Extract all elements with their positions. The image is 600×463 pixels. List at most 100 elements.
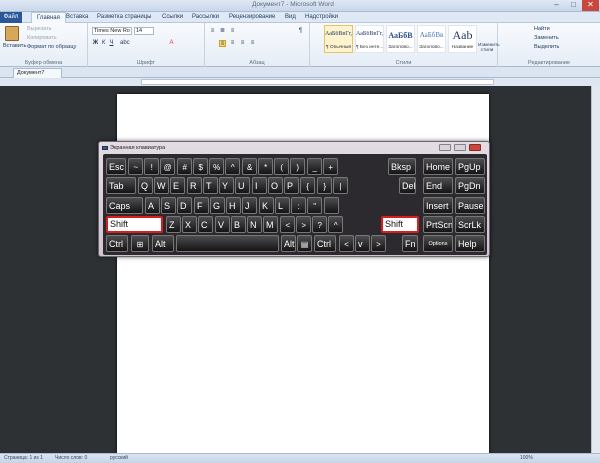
paste-icon[interactable] [5,26,19,41]
page-count[interactable]: Страница: 1 из 1 [4,455,43,461]
style-heading-2[interactable]: АаБбВв Заголово... [417,25,446,53]
style-normal[interactable]: АаБбВвГг, ¶ Обычный [324,25,353,53]
key-sym1[interactable]: ~ [128,158,144,175]
horizontal-ruler[interactable] [141,79,494,85]
key-h[interactable]: H [226,197,242,214]
tab-addins[interactable]: Надстройки [305,12,338,23]
word-count[interactable]: Число слов: 0 [55,455,87,461]
key-j[interactable]: J [242,197,258,214]
key-sym12[interactable]: } [317,177,333,194]
maximize-button[interactable]: □ [565,0,582,11]
select-button[interactable]: Выделить [534,44,559,50]
key-sym11[interactable]: ) [290,158,306,175]
strikethrough-icon[interactable]: abc [120,40,130,47]
copy-button[interactable]: Копировать [27,35,57,41]
key-home[interactable]: Home [423,158,453,175]
key-sym7[interactable]: ^ [225,158,241,175]
tab-review[interactable]: Рецензирование [229,12,275,23]
underline-icon[interactable]: Ч [108,40,115,47]
cut-button[interactable]: Вырезать [27,26,51,32]
close-button[interactable]: ✕ [582,0,599,11]
key-p[interactable]: P [284,177,300,194]
key-sym5[interactable]: $ [193,158,209,175]
key-sym9[interactable]: > [371,235,386,252]
key-d[interactable]: D [177,197,193,214]
key-sym11[interactable]: " [307,197,323,214]
key-y[interactable]: Y [219,177,235,194]
italic-icon[interactable]: К [100,40,107,47]
key-k[interactable]: K [259,197,275,214]
key-e[interactable]: E [170,177,186,194]
key-scrlk[interactable]: ScrLk [455,216,485,233]
style-heading-1[interactable]: АаБбВ Заголово... [386,25,415,53]
key-sym12[interactable]: _ [307,158,323,175]
key-pause[interactable]: Pause [455,197,485,214]
key-end[interactable]: End [423,177,453,194]
style-title[interactable]: Aab Название [448,25,477,53]
language-indicator[interactable]: русский [110,455,128,461]
key-sym6[interactable]: % [209,158,225,175]
key-insert[interactable]: Insert [423,197,453,214]
key-alt[interactable]: Alt [281,235,296,252]
key-i[interactable]: I [252,177,268,194]
bullets-icon[interactable]: ≡ [209,28,216,35]
minimize-button[interactable]: – [548,0,565,11]
key-pgdn[interactable]: PgDn [455,177,485,194]
align-center-icon[interactable]: ≡ [229,40,236,47]
multilevel-list-icon[interactable]: ≡ [229,28,236,35]
osk-maximize-button[interactable] [454,144,466,151]
key-z[interactable]: Z [166,216,182,233]
bold-icon[interactable]: Ж [92,40,99,47]
key-sym3[interactable]: @ [160,158,176,175]
key-sym10[interactable]: ? [312,216,328,233]
key-l[interactable]: L [275,197,291,214]
key-sym11[interactable]: ^ [328,216,344,233]
key-sym9[interactable]: > [296,216,312,233]
find-button[interactable]: Найти [534,26,550,32]
document-tab[interactable]: Документ7 [13,68,62,78]
show-marks-icon[interactable]: ¶ [297,28,304,35]
key-space[interactable] [176,235,279,252]
tab-insert[interactable]: Вставка [66,12,88,23]
tab-file[interactable]: Файл [0,12,22,23]
key-v[interactable]: V [215,216,231,233]
key-sym8[interactable]: & [242,158,258,175]
key-x[interactable]: X [182,216,198,233]
key-n[interactable]: N [247,216,263,233]
key-sym10[interactable]: ( [274,158,290,175]
numbering-icon[interactable]: ≣ [219,28,226,35]
key-o[interactable]: O [268,177,284,194]
key-sym1[interactable]: ⊞ [131,235,149,252]
font-color-icon[interactable]: A [168,40,175,47]
replace-button[interactable]: Заменить [534,35,559,41]
key-sym5[interactable]: ▤ [297,235,312,252]
key-sym10[interactable]: : [291,197,307,214]
tab-view[interactable]: Вид [285,12,296,23]
key-shift[interactable]: Shift [381,216,419,233]
align-left-icon[interactable]: ≡ [219,40,226,47]
key-prtscn[interactable]: PrtScn [423,216,453,233]
key-enter[interactable] [324,197,340,214]
key-sym2[interactable]: ! [144,158,160,175]
style-no-spacing[interactable]: АаБбВвГг, ¶ Без инте... [355,25,384,53]
key-ctrl[interactable]: Ctrl [106,235,128,252]
key-g[interactable]: G [210,197,226,214]
justify-icon[interactable]: ≡ [249,40,256,47]
vertical-scrollbar[interactable] [591,86,600,453]
key-q[interactable]: Q [138,177,154,194]
key-u[interactable]: U [235,177,251,194]
key-sym7[interactable]: < [339,235,354,252]
key-tab[interactable]: Tab [106,177,136,194]
key-s[interactable]: S [161,197,177,214]
font-family-select[interactable]: Times New Ro [92,27,132,35]
tab-page-layout[interactable]: Разметка страницы [97,12,151,23]
align-right-icon[interactable]: ≡ [239,40,246,47]
format-painter-button[interactable]: Формат по образцу [27,44,76,50]
key-pgup[interactable]: PgUp [455,158,485,175]
key-t[interactable]: T [203,177,219,194]
key-help[interactable]: Help [455,235,485,252]
key-a[interactable]: A [145,197,161,214]
key-sym8[interactable]: < [280,216,296,233]
key-alt[interactable]: Alt [152,235,174,252]
key-sym9[interactable]: * [258,158,274,175]
